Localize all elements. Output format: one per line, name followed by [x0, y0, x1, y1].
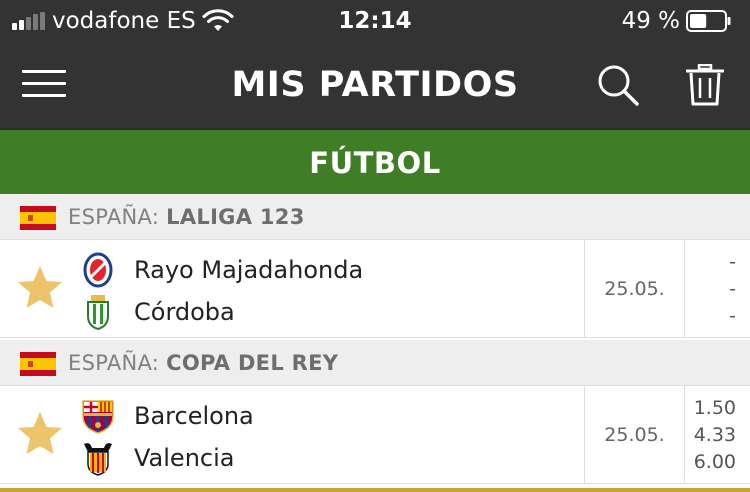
spain-flag-icon: [20, 352, 56, 376]
away-team-name: Valencia: [134, 444, 235, 472]
odds-draw[interactable]: -: [676, 275, 736, 303]
odds-column: - - -: [686, 240, 750, 338]
rayo-majadahonda-crest-icon: [83, 252, 113, 288]
valencia-crest-icon: [84, 443, 112, 476]
away-team: Córdoba: [80, 290, 580, 334]
league-name: COPA DEL REY: [166, 351, 339, 375]
match-date: 25.05.: [584, 386, 685, 484]
favorite-star-icon[interactable]: [16, 264, 64, 312]
league-header-copa-del-rey[interactable]: ESPAÑA: COPA DEL REY: [0, 340, 750, 386]
top-navigation-bar: MIS PARTIDOS: [0, 42, 750, 128]
home-team: Rayo Majadahonda: [80, 248, 580, 292]
league-title: ESPAÑA: LALIGA 123: [68, 194, 305, 240]
league-country: ESPAÑA:: [68, 351, 160, 375]
league-header-laliga-123[interactable]: ESPAÑA: LALIGA 123: [0, 194, 750, 240]
trash-icon[interactable]: [686, 64, 724, 106]
league-country: ESPAÑA:: [68, 205, 160, 229]
search-icon[interactable]: [596, 63, 640, 107]
away-team-name: Córdoba: [134, 298, 235, 326]
league-title: ESPAÑA: COPA DEL REY: [68, 340, 338, 386]
match-row[interactable]: Barcelona Valencia 25.05. 1.50 4.33 6.00: [0, 386, 750, 484]
odds-away[interactable]: -: [676, 302, 736, 330]
cordoba-crest-icon: [87, 295, 109, 330]
odds-away[interactable]: 6.00: [676, 448, 736, 476]
league-name: LALIGA 123: [166, 205, 305, 229]
status-bar: vodafone ES 12:14 49 %: [0, 0, 750, 42]
home-team-name: Barcelona: [134, 402, 254, 430]
away-team: Valencia: [80, 436, 580, 480]
sport-header-futbol[interactable]: FÚTBOL: [0, 128, 750, 194]
match-row[interactable]: Rayo Majadahonda Córdoba 25.05. - - -: [0, 240, 750, 338]
battery-icon: [686, 10, 731, 32]
home-team-name: Rayo Majadahonda: [134, 256, 364, 284]
battery-percent: 49 %: [621, 8, 680, 34]
bottom-divider: [0, 488, 750, 492]
odds-draw[interactable]: 4.33: [676, 421, 736, 449]
favorite-star-icon[interactable]: [16, 410, 64, 458]
spain-flag-icon: [20, 206, 56, 230]
odds-home[interactable]: 1.50: [676, 394, 736, 422]
home-team: Barcelona: [80, 394, 580, 438]
odds-home[interactable]: -: [676, 248, 736, 276]
barcelona-crest-icon: [82, 400, 114, 434]
odds-column: 1.50 4.33 6.00: [686, 386, 750, 484]
match-date: 25.05.: [584, 240, 685, 338]
